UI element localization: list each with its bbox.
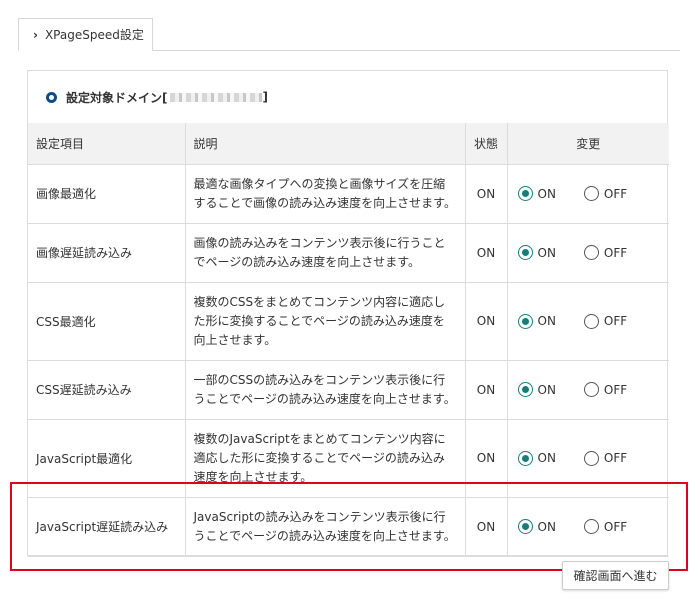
table-row: 画像遅延読み込み 画像の読み込みをコンテンツ表示後に行うことでページの読み込み速度… bbox=[28, 222, 669, 283]
chevron-right-icon: › bbox=[33, 27, 38, 42]
radio-on-label: ON bbox=[537, 245, 556, 260]
radio-off-icon[interactable] bbox=[583, 519, 599, 534]
radio-on[interactable]: ON bbox=[517, 245, 556, 260]
radio-off-icon[interactable] bbox=[583, 450, 599, 466]
setting-change: ON OFF bbox=[506, 222, 669, 283]
radio-on-label: ON bbox=[537, 314, 556, 328]
domain-label-suffix: ] bbox=[262, 90, 268, 104]
table-header-row: 設定項目 説明 状態 変更 bbox=[28, 123, 669, 165]
radio-on-label: ON bbox=[537, 382, 556, 397]
domain-heading: 設定対象ドメイン[ ] bbox=[28, 71, 667, 123]
header-description: 説明 bbox=[184, 123, 466, 165]
radio-off-label: OFF bbox=[603, 382, 628, 397]
redacted-domain bbox=[169, 92, 262, 102]
tab-xpagespeed-settings[interactable]: › XPageSpeed設定 bbox=[18, 18, 153, 51]
table-row: CSS最適化 複数のCSSをまとめてコンテンツ内容に適応した形に変換することでペー… bbox=[28, 281, 669, 361]
setting-description: 画像の読み込みをコンテンツ表示後に行うことでページの読み込み速度を向上させます。 bbox=[184, 222, 466, 283]
radio-on-icon[interactable] bbox=[517, 450, 533, 466]
radio-on-label: ON bbox=[537, 519, 556, 534]
radio-off-icon[interactable] bbox=[583, 382, 599, 397]
setting-description: 複数のCSSをまとめてコンテンツ内容に適応した形に変換することでページの読み込み… bbox=[184, 281, 466, 361]
setting-change: ON OFF bbox=[506, 164, 669, 224]
radio-on-icon[interactable] bbox=[517, 245, 533, 260]
radio-on[interactable]: ON bbox=[517, 313, 556, 329]
setting-description: 複数のJavaScriptをまとめてコンテンツ内容に適応した形に変換することでペ… bbox=[184, 418, 466, 498]
radio-off[interactable]: OFF bbox=[583, 186, 628, 201]
settings-table: 設定項目 説明 状態 変更 画像最適化 最適な画像タイプへの変換と画像サイズを圧縮… bbox=[28, 123, 669, 557]
radio-group: ON OFF bbox=[516, 186, 662, 201]
radio-on-icon[interactable] bbox=[517, 186, 533, 201]
setting-item-name: CSS最適化 bbox=[28, 281, 186, 361]
radio-off-label: OFF bbox=[603, 314, 628, 328]
header-item: 設定項目 bbox=[28, 123, 186, 165]
header-status: 状態 bbox=[464, 123, 508, 165]
setting-item-name: 画像遅延読み込み bbox=[28, 222, 186, 283]
setting-item-name: CSS遅延読み込み bbox=[28, 359, 186, 420]
radio-group: ON OFF bbox=[516, 245, 662, 260]
radio-off[interactable]: OFF bbox=[583, 245, 628, 260]
setting-status: ON bbox=[464, 222, 508, 283]
radio-on[interactable]: ON bbox=[517, 186, 556, 201]
setting-status: ON bbox=[464, 164, 508, 224]
table-row: 画像最適化 最適な画像タイプへの変換と画像サイズを圧縮することで画像の読み込み速度… bbox=[28, 164, 669, 224]
setting-description: JavaScriptの読み込みをコンテンツ表示後に行うことでページの読み込み速度… bbox=[184, 496, 466, 557]
radio-on[interactable]: ON bbox=[517, 382, 556, 397]
setting-status: ON bbox=[464, 359, 508, 420]
radio-group: ON OFF bbox=[516, 519, 662, 534]
table-row: JavaScript遅延読み込み JavaScriptの読み込みをコンテンツ表示後… bbox=[28, 496, 669, 557]
radio-group: ON OFF bbox=[516, 382, 662, 397]
radio-group: ON OFF bbox=[516, 450, 662, 466]
radio-on[interactable]: ON bbox=[517, 450, 556, 466]
ring-bullet-icon bbox=[46, 91, 57, 103]
setting-change: ON OFF bbox=[506, 281, 669, 361]
tab-bar: › XPageSpeed設定 bbox=[18, 18, 680, 51]
radio-off[interactable]: OFF bbox=[583, 450, 628, 466]
radio-off-label: OFF bbox=[603, 245, 628, 260]
table-row: JavaScript最適化 複数のJavaScriptをまとめてコンテンツ内容に適… bbox=[28, 418, 669, 498]
radio-on-icon[interactable] bbox=[517, 382, 533, 397]
setting-description: 一部のCSSの読み込みをコンテンツ表示後に行うことでページの読み込み速度を向上さ… bbox=[184, 359, 466, 420]
table-row: CSS遅延読み込み 一部のCSSの読み込みをコンテンツ表示後に行うことでページの読… bbox=[28, 359, 669, 420]
settings-panel: 設定対象ドメイン[ ] 設定項目 説明 状態 変更 画像最適化 最適な画像タイプへ… bbox=[27, 70, 669, 557]
setting-item-name: JavaScript最適化 bbox=[28, 418, 186, 498]
setting-description: 最適な画像タイプへの変換と画像サイズを圧縮することで画像の読み込み速度を向上させ… bbox=[184, 164, 466, 224]
setting-status: ON bbox=[464, 496, 508, 557]
tab-label: XPageSpeed設定 bbox=[44, 28, 144, 42]
radio-on-icon[interactable] bbox=[517, 313, 533, 329]
radio-on-label: ON bbox=[537, 186, 556, 201]
radio-off-label: OFF bbox=[603, 451, 628, 465]
radio-off-label: OFF bbox=[603, 519, 628, 534]
setting-change: ON OFF bbox=[506, 496, 669, 557]
radio-off-icon[interactable] bbox=[583, 313, 599, 329]
radio-on-icon[interactable] bbox=[517, 519, 533, 534]
setting-status: ON bbox=[464, 281, 508, 361]
radio-on[interactable]: ON bbox=[517, 519, 556, 534]
radio-off[interactable]: OFF bbox=[583, 519, 628, 534]
domain-label-prefix: 設定対象ドメイン[ bbox=[66, 90, 168, 105]
setting-status: ON bbox=[464, 418, 508, 498]
setting-change: ON OFF bbox=[506, 359, 669, 420]
radio-off-label: OFF bbox=[603, 186, 628, 201]
header-change: 変更 bbox=[506, 123, 669, 165]
setting-item-name: JavaScript遅延読み込み bbox=[28, 496, 186, 557]
radio-off[interactable]: OFF bbox=[583, 382, 628, 397]
setting-change: ON OFF bbox=[506, 418, 669, 498]
confirm-button[interactable]: 確認画面へ進む bbox=[562, 561, 669, 590]
radio-on-label: ON bbox=[537, 451, 556, 465]
radio-off[interactable]: OFF bbox=[583, 313, 628, 329]
radio-group: ON OFF bbox=[516, 313, 662, 329]
radio-off-icon[interactable] bbox=[583, 245, 599, 260]
radio-off-icon[interactable] bbox=[583, 186, 599, 201]
setting-item-name: 画像最適化 bbox=[28, 164, 186, 224]
